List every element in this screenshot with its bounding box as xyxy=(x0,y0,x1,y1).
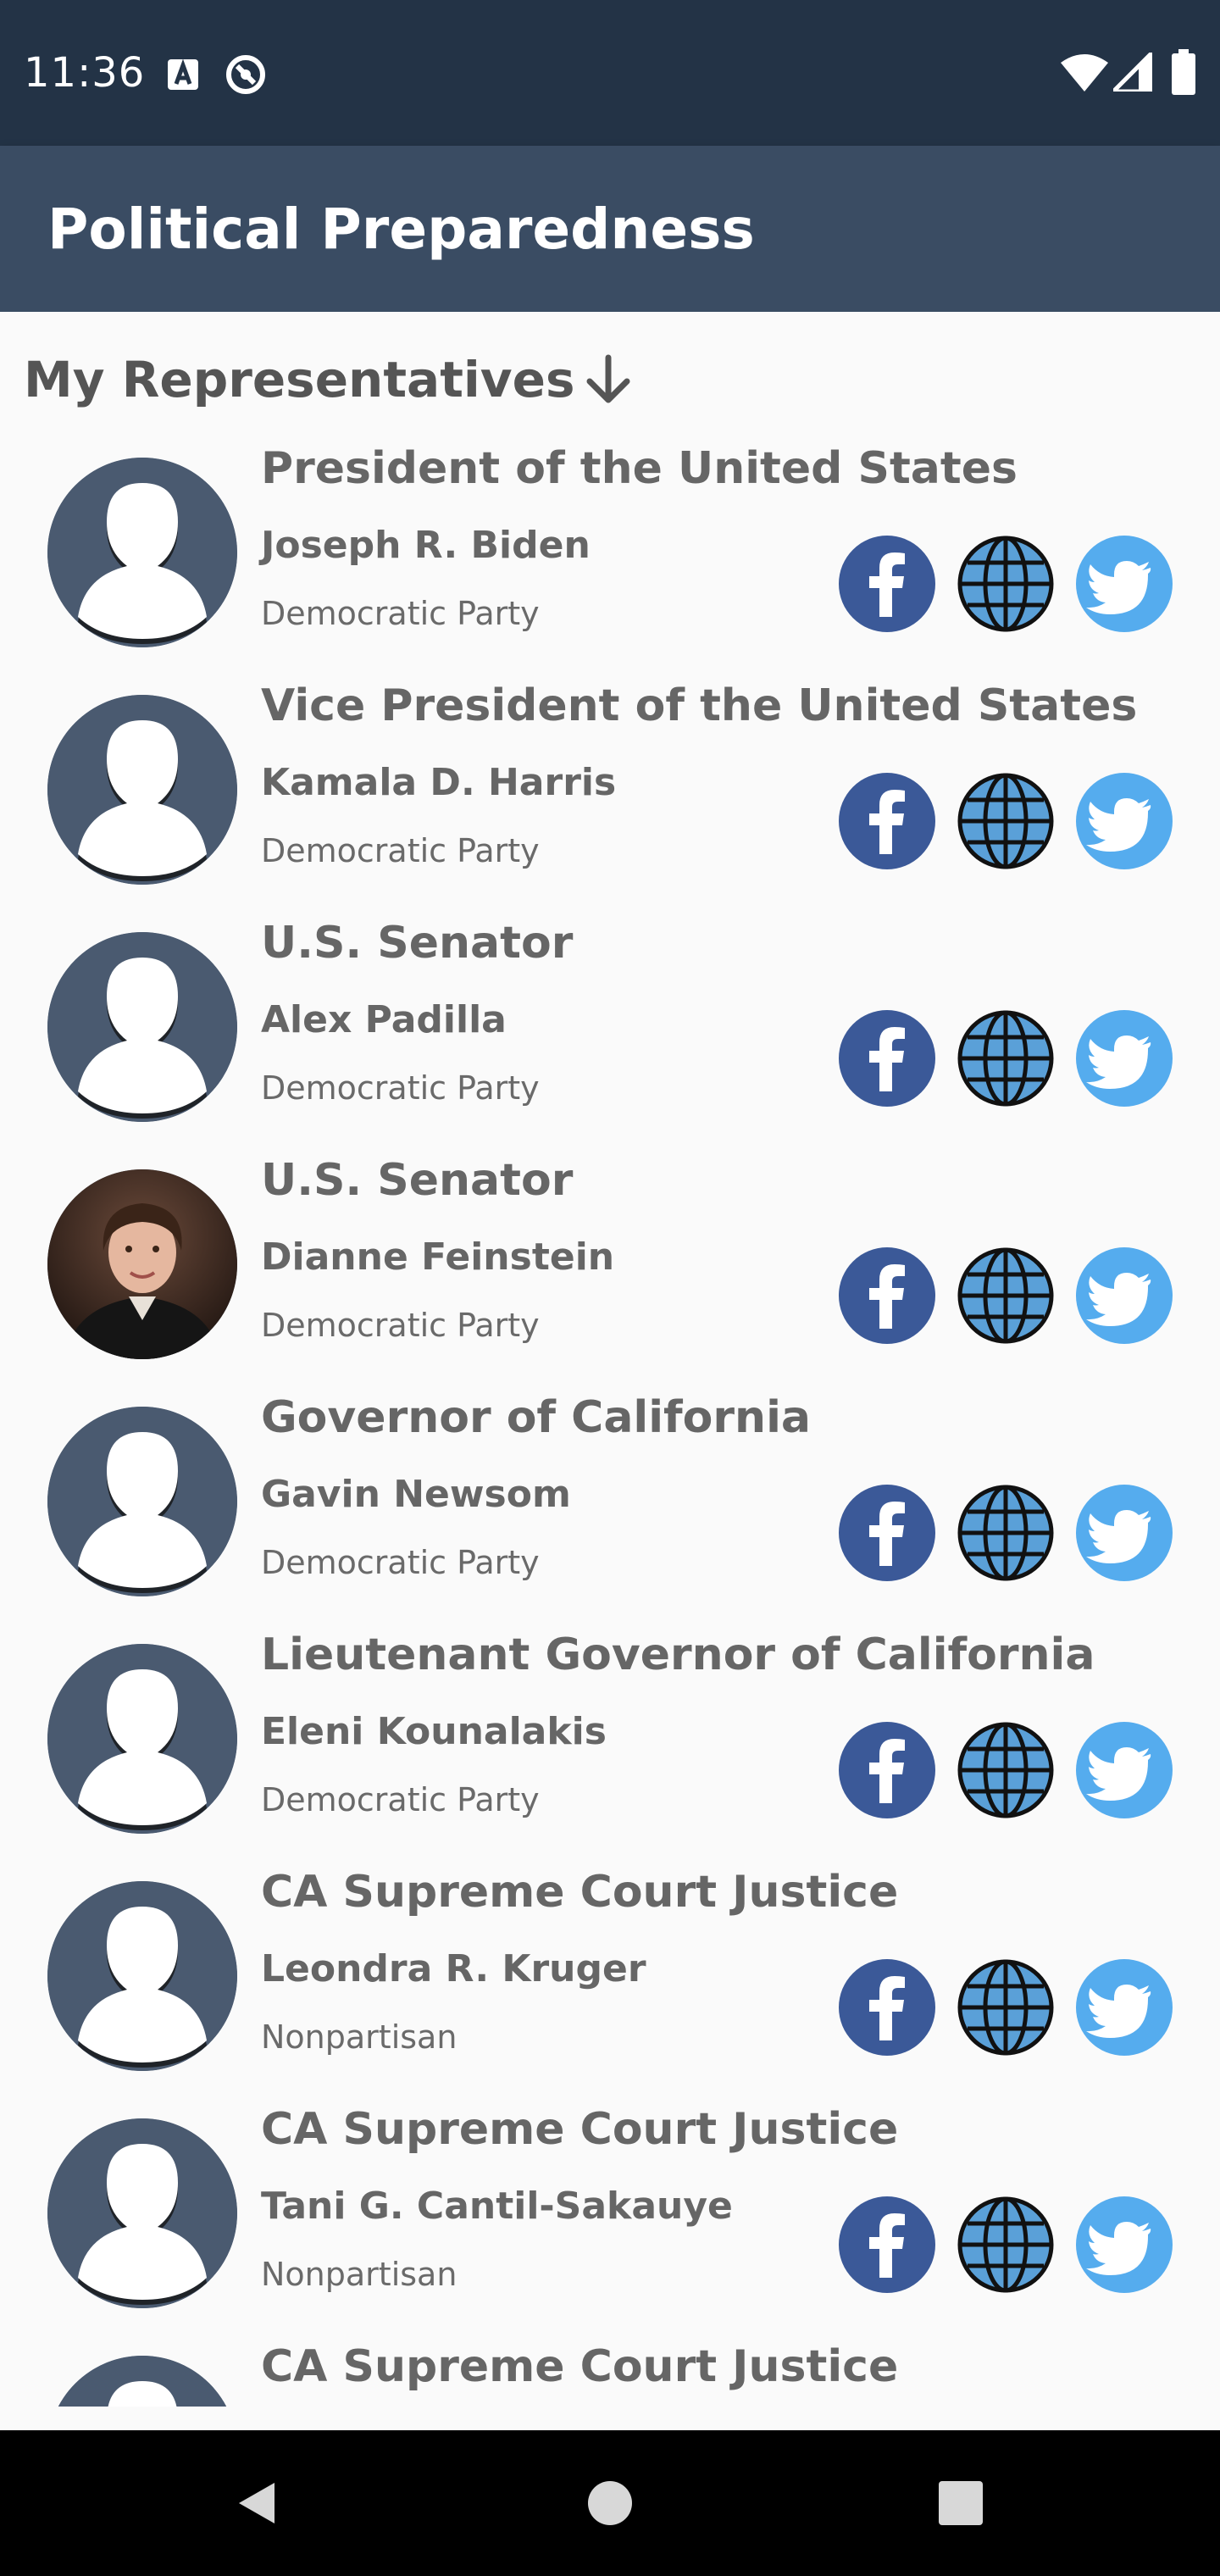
facebook-icon[interactable] xyxy=(839,1010,935,1107)
facebook-icon[interactable] xyxy=(839,1485,935,1581)
section-title: My Representatives xyxy=(24,351,575,408)
website-globe-icon[interactable] xyxy=(957,1959,1054,2056)
representative-row[interactable]: Lieutenant Governor of California Eleni K… xyxy=(0,1627,1220,1864)
website-globe-icon[interactable] xyxy=(957,1010,1054,1107)
representative-office: Vice President of the United States xyxy=(261,680,1138,731)
avatar-placeholder-icon xyxy=(47,1407,237,1596)
representative-party: Democratic Party xyxy=(261,1781,540,1818)
website-globe-icon[interactable] xyxy=(957,536,1054,632)
navigation-bar xyxy=(0,2430,1220,2576)
twitter-icon[interactable] xyxy=(1076,1010,1173,1107)
representative-name: Alex Padilla xyxy=(261,998,507,1041)
facebook-icon[interactable] xyxy=(839,536,935,632)
signal-icon xyxy=(1113,53,1152,92)
representative-party: Democratic Party xyxy=(261,1544,540,1581)
representative-row[interactable]: Governor of California Gavin Newsom Democr… xyxy=(0,1390,1220,1627)
representative-office: U.S. Senator xyxy=(261,1155,574,1206)
representative-office: President of the United States xyxy=(261,443,1018,494)
website-globe-icon[interactable] xyxy=(957,1247,1054,1344)
representative-photo xyxy=(47,1169,237,1359)
avatar-placeholder-icon xyxy=(47,2356,237,2407)
website-globe-icon[interactable] xyxy=(957,1722,1054,1818)
keyboard-a-icon xyxy=(168,58,198,90)
representative-row[interactable]: Vice President of the United States Kamal… xyxy=(0,678,1220,915)
avatar-placeholder-icon xyxy=(47,932,237,1122)
representative-name: Dianne Feinstein xyxy=(261,1235,615,1279)
twitter-icon[interactable] xyxy=(1076,1485,1173,1581)
website-globe-icon[interactable] xyxy=(957,1485,1054,1581)
representative-row[interactable]: U.S. Senator Alex Padilla Democratic Party xyxy=(0,915,1220,1152)
representative-party: Nonpartisan xyxy=(261,2018,458,2056)
representative-party: Democratic Party xyxy=(261,595,540,632)
facebook-icon[interactable] xyxy=(839,773,935,869)
representative-row[interactable]: President of the United States Joseph R. … xyxy=(0,441,1220,678)
representative-row[interactable]: CA Supreme Court Justice Tani G. Cantil-S… xyxy=(0,2101,1220,2339)
representative-office: CA Supreme Court Justice xyxy=(261,1867,899,1918)
representative-name: Joseph R. Biden xyxy=(261,524,591,567)
facebook-icon[interactable] xyxy=(839,1247,935,1344)
representative-party: Democratic Party xyxy=(261,1307,540,1344)
twitter-icon[interactable] xyxy=(1076,773,1173,869)
representative-name: Kamala D. Harris xyxy=(261,761,617,804)
twitter-icon[interactable] xyxy=(1076,1247,1173,1344)
website-globe-icon[interactable] xyxy=(957,773,1054,869)
avatar-placeholder-icon xyxy=(47,2118,237,2308)
facebook-icon[interactable] xyxy=(839,1959,935,2056)
representative-office: Lieutenant Governor of California xyxy=(261,1629,1095,1680)
sync-icon xyxy=(226,55,265,94)
app-bar: Political Preparedness xyxy=(0,146,1220,312)
app-title: Political Preparedness xyxy=(47,197,755,262)
status-time: 11:36 xyxy=(24,49,146,97)
representative-office: U.S. Senator xyxy=(261,918,574,969)
representative-party: Nonpartisan xyxy=(261,2256,458,2293)
representative-name: Gavin Newsom xyxy=(261,1473,571,1516)
twitter-icon[interactable] xyxy=(1076,1722,1173,1818)
battery-icon xyxy=(1172,49,1195,95)
representative-office: Governor of California xyxy=(261,1392,811,1443)
facebook-icon[interactable] xyxy=(839,2196,935,2293)
twitter-icon[interactable] xyxy=(1076,2196,1173,2293)
avatar-placeholder-icon xyxy=(47,1644,237,1834)
section-header[interactable]: My Representatives xyxy=(24,346,635,414)
representatives-list[interactable]: My Representatives President of the Unit… xyxy=(0,312,1220,2407)
representative-row[interactable]: U.S. Senator Dianne Feinstein Democratic P… xyxy=(0,1152,1220,1390)
avatar-placeholder-icon xyxy=(47,1881,237,2071)
facebook-icon[interactable] xyxy=(839,1722,935,1818)
wifi-icon xyxy=(1061,54,1108,92)
representative-name: Leondra R. Kruger xyxy=(261,1947,646,1990)
website-globe-icon[interactable] xyxy=(957,2196,1054,2293)
arrow-down-icon[interactable] xyxy=(581,353,635,407)
representative-row[interactable]: CA Supreme Court Justice Leondra R. Kruge… xyxy=(0,1864,1220,2101)
representative-office: CA Supreme Court Justice xyxy=(261,2104,899,2155)
avatar-placeholder-icon xyxy=(47,458,237,647)
twitter-icon[interactable] xyxy=(1076,1959,1173,2056)
representative-name: Eleni Kounalakis xyxy=(261,1710,607,1753)
recents-icon[interactable] xyxy=(922,2464,1000,2542)
home-icon[interactable] xyxy=(571,2464,649,2542)
representative-name: Tani G. Cantil-Sakauye xyxy=(261,2185,733,2228)
representative-party: Democratic Party xyxy=(261,832,540,869)
representative-office: CA Supreme Court Justice xyxy=(261,2341,899,2392)
back-icon[interactable] xyxy=(217,2464,295,2542)
representative-row[interactable]: CA Supreme Court Justice xyxy=(0,2339,1220,2407)
status-bar: 11:36 xyxy=(0,0,1220,146)
representative-party: Democratic Party xyxy=(261,1069,540,1107)
avatar-placeholder-icon xyxy=(47,695,237,885)
twitter-icon[interactable] xyxy=(1076,536,1173,632)
